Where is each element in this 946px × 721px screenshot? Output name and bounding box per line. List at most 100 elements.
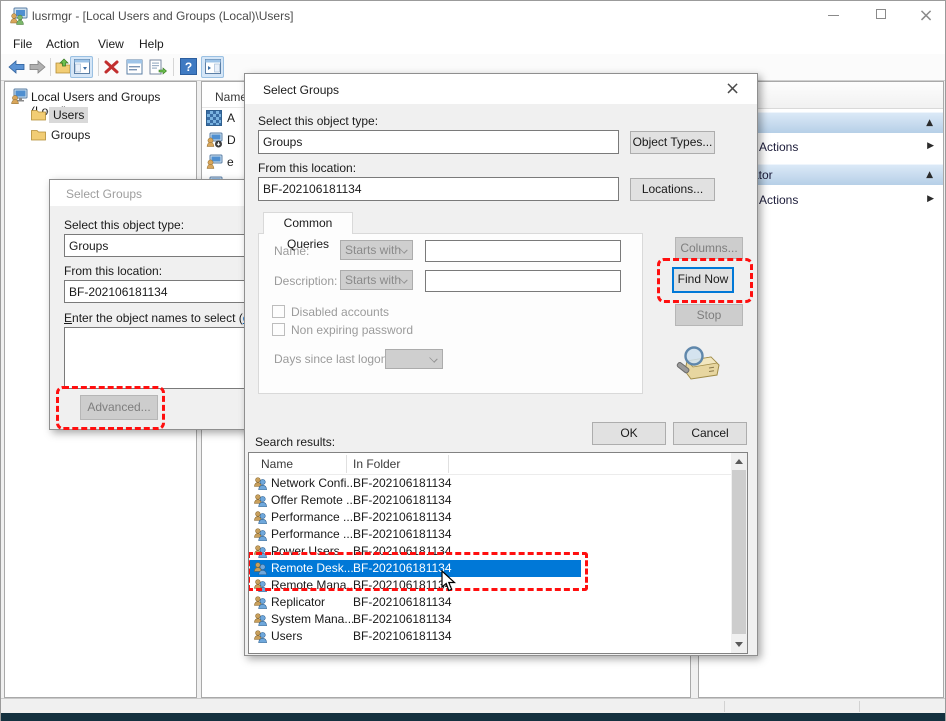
columns-button[interactable]: Columns...	[675, 237, 743, 259]
result-name: Performance ...	[271, 509, 353, 526]
chevron-down-icon	[430, 355, 437, 362]
collapse-icon[interactable]: ▲	[926, 118, 933, 128]
user-row[interactable]: e	[227, 155, 234, 169]
result-name: System Mana...	[271, 611, 354, 628]
table-row[interactable]: Performance ... BF-202106181134	[249, 509, 731, 526]
toolbar-separator	[173, 58, 174, 76]
location-field[interactable]	[258, 177, 619, 201]
description-match-dropdown[interactable]: Starts with	[340, 270, 413, 290]
result-folder: BF-202106181134	[353, 509, 452, 526]
tree-item-users[interactable]: Users	[49, 107, 88, 123]
forward-icon[interactable]	[29, 59, 46, 75]
properties-icon[interactable]	[126, 59, 143, 75]
tree-item-groups[interactable]: Groups	[51, 128, 90, 142]
location-label: From this location:	[64, 264, 162, 278]
table-row[interactable]: Remote Desk... BF-202106181134	[249, 560, 731, 577]
users-column-header-name[interactable]: Name	[215, 90, 247, 104]
disabled-accounts-label: Disabled accounts	[291, 305, 389, 319]
column-divider[interactable]	[448, 455, 449, 473]
results-scrollbar[interactable]	[731, 453, 747, 653]
select-groups-dialog: Select Groups × Select this object type:…	[244, 73, 758, 656]
scrollbar-thumb[interactable]	[732, 470, 746, 634]
object-names-label: Enter the object names to select (exam	[64, 311, 272, 325]
object-type-label: Select this object type:	[64, 218, 184, 232]
user-icon-selected	[206, 110, 222, 126]
object-types-button[interactable]: Object Types...	[630, 131, 715, 154]
action-pane-toggle-icon[interactable]	[201, 56, 224, 78]
column-header-in-folder[interactable]: In Folder	[353, 457, 400, 471]
find-now-button[interactable]: Find Now	[672, 267, 734, 293]
minimize-button[interactable]	[821, 15, 845, 16]
collapse-icon[interactable]: ▲	[926, 170, 933, 180]
days-dropdown[interactable]	[385, 349, 443, 369]
stop-button[interactable]: Stop	[675, 304, 743, 326]
object-type-field[interactable]	[258, 130, 619, 154]
name-query-input[interactable]	[425, 240, 621, 262]
column-divider[interactable]	[346, 455, 347, 473]
column-header-name[interactable]: Name	[261, 457, 293, 471]
user-icon	[206, 154, 223, 170]
ok-button[interactable]: OK	[592, 422, 666, 445]
close-icon[interactable]: ×	[725, 78, 740, 99]
delete-icon[interactable]	[103, 59, 120, 75]
group-icon	[253, 476, 268, 491]
result-name: Replicator	[271, 594, 325, 611]
table-row[interactable]: Replicator BF-202106181134	[249, 594, 731, 611]
dialog-title: Select Groups	[66, 187, 142, 201]
menu-help[interactable]: Help	[135, 35, 168, 53]
group-icon	[253, 629, 268, 644]
non-expiring-password-label: Non expiring password	[291, 323, 413, 337]
locations-button[interactable]: Locations...	[630, 178, 715, 201]
result-folder: BF-202106181134	[353, 475, 452, 492]
non-expiring-password-checkbox[interactable]	[272, 323, 285, 336]
name-match-dropdown[interactable]: Starts with	[340, 240, 413, 260]
folder-icon	[31, 128, 46, 141]
submenu-arrow-icon: ▶	[927, 141, 934, 151]
scroll-up-icon[interactable]	[731, 453, 747, 470]
toolbar-separator	[98, 58, 99, 76]
table-row[interactable]: Remote Mana... BF-202106181134	[249, 577, 731, 594]
window-titlebar: lusrmgr - [Local Users and Groups (Local…	[1, 1, 945, 31]
table-row[interactable]: System Mana... BF-202106181134	[249, 611, 731, 628]
advanced-button[interactable]: Advanced...	[80, 395, 158, 420]
result-folder: BF-202106181134	[353, 628, 452, 645]
search-results-rows: Network Confi... BF-202106181134 Offer R…	[249, 475, 731, 653]
folder-icon	[31, 108, 46, 121]
object-type-label: Select this object type:	[258, 114, 378, 128]
table-row[interactable]: Performance ... BF-202106181134	[249, 526, 731, 543]
menu-view[interactable]: View	[94, 35, 128, 53]
user-row[interactable]: D	[227, 133, 236, 147]
help-icon[interactable]: ?	[180, 58, 197, 75]
group-icon	[253, 527, 268, 542]
user-row[interactable]: A	[227, 111, 235, 125]
status-divider	[724, 701, 725, 712]
group-icon	[253, 544, 268, 559]
table-row[interactable]: Network Confi... BF-202106181134	[249, 475, 731, 492]
result-folder: BF-202106181134	[353, 492, 452, 509]
group-icon	[253, 493, 268, 508]
back-icon[interactable]	[8, 59, 25, 75]
results-header: Name In Folder	[249, 453, 731, 475]
export-list-icon[interactable]	[149, 59, 167, 75]
console-tree-toggle-icon[interactable]	[70, 56, 93, 78]
more-actions-label: Actions	[759, 140, 798, 154]
result-folder: BF-202106181134	[353, 594, 452, 611]
menu-action[interactable]: Action	[42, 35, 83, 53]
dialog-titlebar[interactable]: Select Groups ×	[245, 74, 757, 104]
menu-file[interactable]: File	[9, 35, 36, 53]
table-row[interactable]: Users BF-202106181134	[249, 628, 731, 645]
scroll-down-icon[interactable]	[731, 636, 747, 653]
taskbar-edge	[1, 713, 945, 721]
group-icon	[253, 510, 268, 525]
search-icon	[669, 345, 723, 381]
description-query-input[interactable]	[425, 270, 621, 292]
table-row[interactable]: Power Users BF-202106181134	[249, 543, 731, 560]
cancel-button[interactable]: Cancel	[673, 422, 747, 445]
table-row[interactable]: Offer Remote ... BF-202106181134	[249, 492, 731, 509]
more-actions-label: Actions	[759, 193, 798, 207]
close-button[interactable]: ×	[913, 5, 939, 26]
disabled-accounts-checkbox[interactable]	[272, 305, 285, 318]
maximize-button[interactable]	[869, 9, 893, 19]
dialog-title: Select Groups	[263, 83, 339, 97]
tab-common-queries[interactable]: Common Queries	[263, 212, 353, 234]
